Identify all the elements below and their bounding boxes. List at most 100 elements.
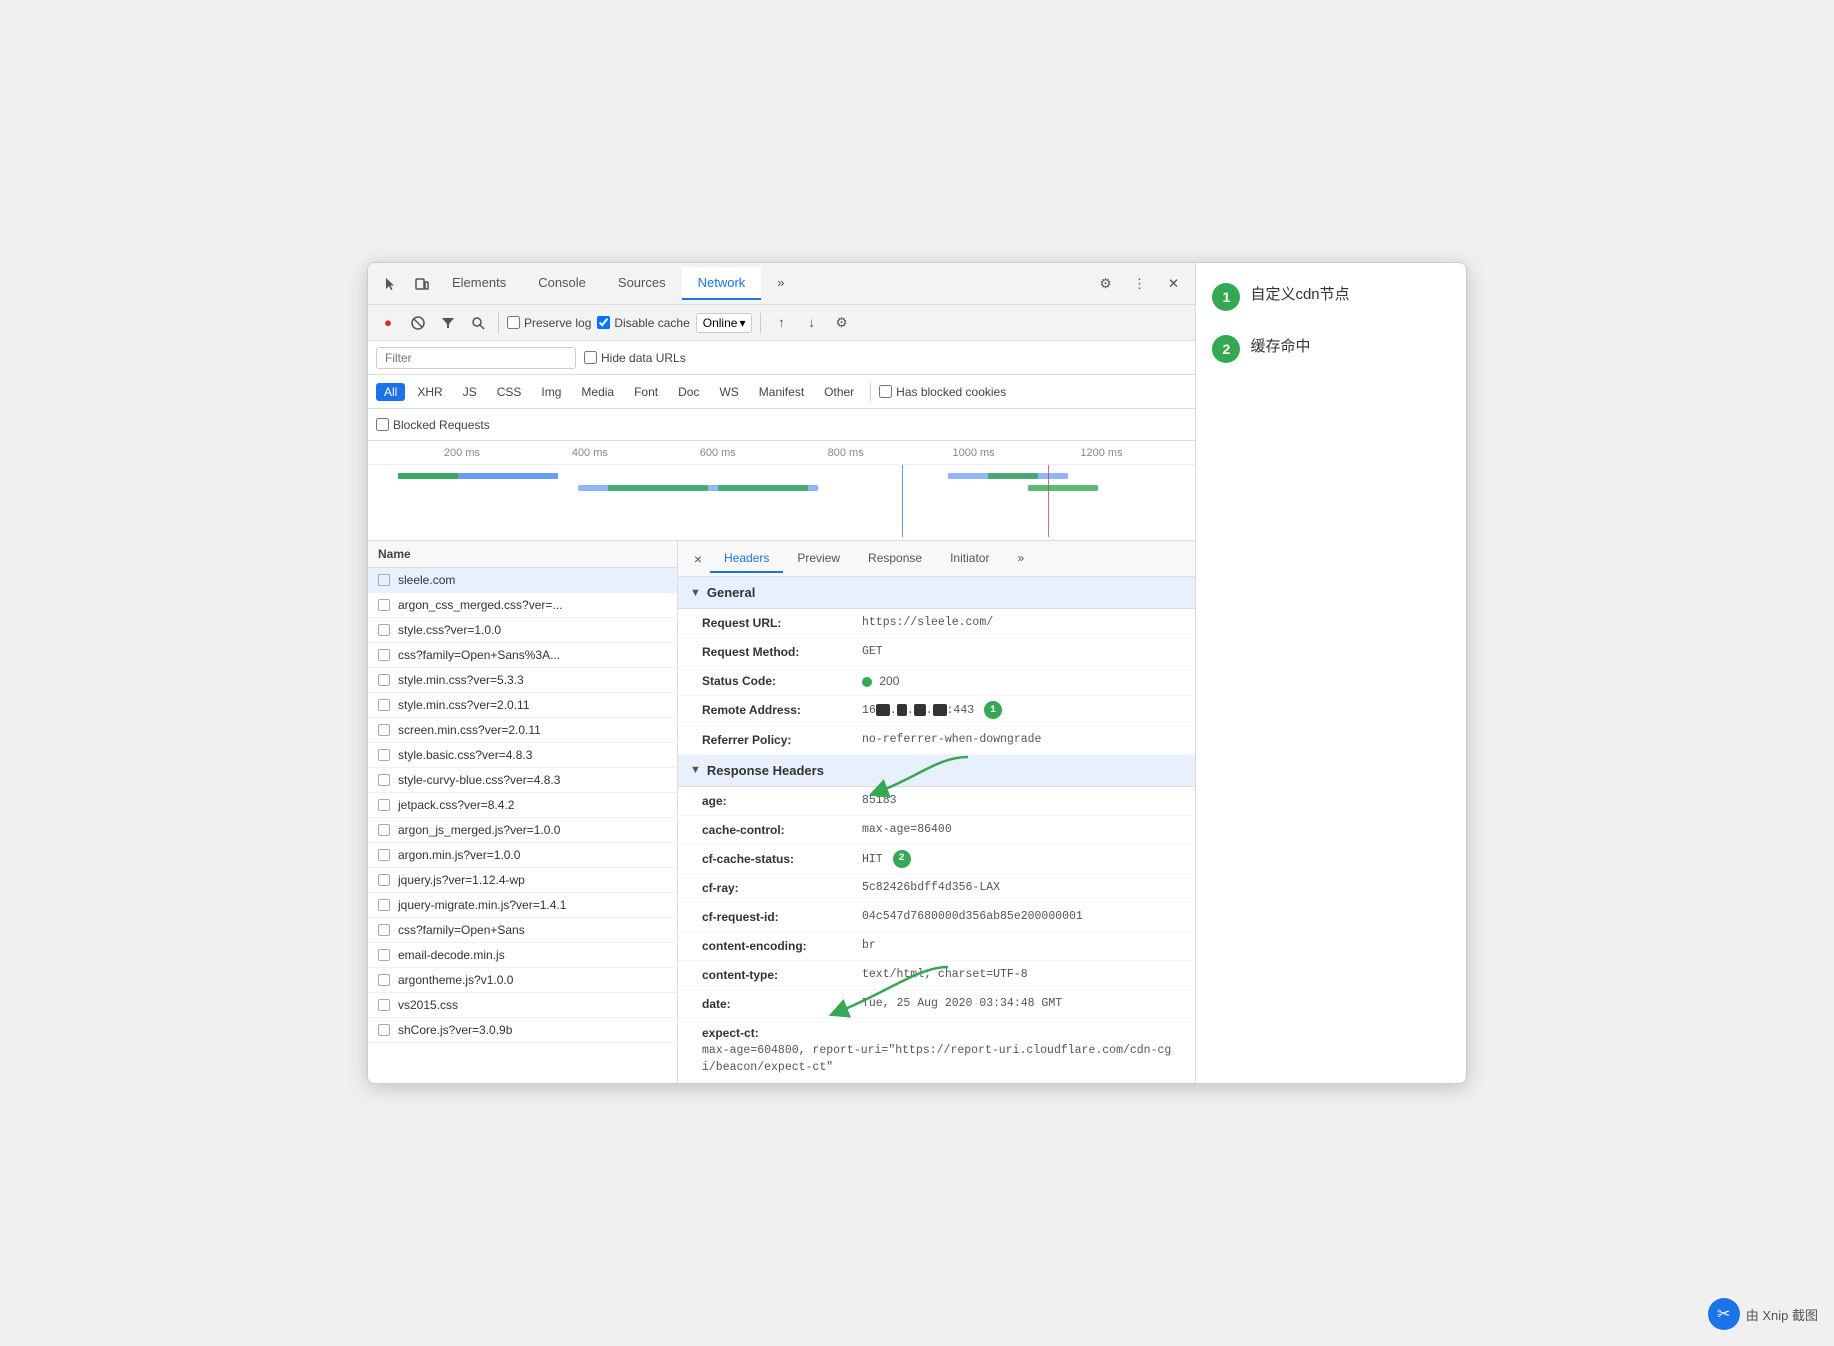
cursor-icon[interactable] — [376, 270, 404, 298]
tab-elements[interactable]: Elements — [436, 267, 522, 300]
preserve-log-checkbox[interactable]: Preserve log — [507, 316, 591, 330]
settings-icon[interactable]: ⚙ — [1091, 270, 1119, 298]
tick-400ms: 400 ms — [526, 447, 654, 459]
filter-input[interactable] — [376, 347, 576, 369]
annotations-sidebar: 1 自定义cdn节点 2 缓存命中 ✂ 由 Xnip 截图 — [1196, 263, 1466, 1082]
import-button[interactable]: ↑ — [769, 311, 793, 335]
resp-header-age: age: 85183 — [678, 787, 1195, 816]
list-item[interactable]: argontheme.js?v1.0.0 — [368, 968, 677, 993]
tab-more[interactable]: » — [761, 267, 800, 300]
list-item[interactable]: style.css?ver=1.0.0 — [368, 618, 677, 643]
type-btn-font[interactable]: Font — [626, 383, 666, 401]
throttle-select[interactable]: Online ▾ — [696, 313, 753, 333]
search-button[interactable] — [466, 311, 490, 335]
timeline-header: 200 ms 400 ms 600 ms 800 ms 1000 ms 1200… — [368, 441, 1195, 465]
list-item[interactable]: jquery-migrate.min.js?ver=1.4.1 — [368, 893, 677, 918]
response-headers-section-header[interactable]: ▼ Response Headers — [678, 755, 1195, 787]
list-item[interactable]: jquery.js?ver=1.12.4-wp — [368, 868, 677, 893]
list-item[interactable]: shCore.js?ver=3.0.9b — [368, 1018, 677, 1043]
resp-header-content-type: content-type: text/html; charset=UTF-8 — [678, 961, 1195, 990]
status-green-dot — [862, 677, 872, 687]
file-list-header: Name — [368, 541, 677, 568]
type-btn-ws[interactable]: WS — [711, 383, 746, 401]
resp-header-cache-control: cache-control: max-age=86400 — [678, 816, 1195, 845]
referrer-policy-row: Referrer Policy: no-referrer-when-downgr… — [678, 726, 1195, 755]
tab-network[interactable]: Network — [682, 267, 762, 300]
tick-1000ms: 1000 ms — [910, 447, 1038, 459]
annotation-badge-2: 2 — [893, 850, 911, 868]
type-btn-manifest[interactable]: Manifest — [751, 383, 812, 401]
list-item[interactable]: argon_js_merged.js?ver=1.0.0 — [368, 818, 677, 843]
annotation-num-1: 1 — [1212, 283, 1240, 311]
settings-network-button[interactable]: ⚙ — [829, 311, 853, 335]
list-item[interactable]: style.min.css?ver=5.3.3 — [368, 668, 677, 693]
list-item[interactable]: email-decode.min.js — [368, 943, 677, 968]
more-options-icon[interactable]: ⋮ — [1125, 270, 1153, 298]
details-content: ▼ General Request URL: https://sleele.co… — [678, 577, 1195, 1082]
filter-button[interactable] — [436, 311, 460, 335]
device-icon[interactable] — [408, 270, 436, 298]
tab-initiator[interactable]: Initiator — [936, 545, 1003, 573]
blocked-requests-checkbox[interactable]: Blocked Requests — [376, 418, 490, 432]
list-item[interactable]: css?family=Open+Sans%3A... — [368, 643, 677, 668]
tab-details-more[interactable]: » — [1003, 545, 1038, 573]
annotation-text-2: 缓存命中 — [1250, 335, 1310, 359]
annotation-item-2: 2 缓存命中 — [1212, 335, 1450, 363]
request-method-row: Request Method: GET — [678, 638, 1195, 667]
tab-headers[interactable]: Headers — [710, 545, 783, 573]
record-button[interactable]: ● — [376, 311, 400, 335]
timeline-bars — [368, 465, 1195, 537]
type-btn-doc[interactable]: Doc — [670, 383, 707, 401]
file-item-sleele[interactable]: sleele.com — [368, 568, 677, 593]
annotation-item-1: 1 自定义cdn节点 — [1212, 283, 1450, 311]
type-btn-xhr[interactable]: XHR — [409, 383, 450, 401]
resp-header-cf-request-id: cf-request-id: 04c547d7680000d356ab85e20… — [678, 903, 1195, 932]
general-section-header[interactable]: ▼ General — [678, 577, 1195, 609]
status-code-row: Status Code: 200 — [678, 667, 1195, 696]
list-item[interactable]: jetpack.css?ver=8.4.2 — [368, 793, 677, 818]
disable-cache-checkbox[interactable]: Disable cache — [597, 316, 689, 330]
tab-sources[interactable]: Sources — [602, 267, 682, 300]
list-item[interactable]: argon_css_merged.css?ver=... — [368, 593, 677, 618]
general-arrow-icon: ▼ — [690, 587, 701, 599]
resp-header-date: date: Tue, 25 Aug 2020 03:34:48 GMT — [678, 990, 1195, 1019]
details-tab-bar: × Headers Preview Response Initiator » — [678, 541, 1195, 577]
network-toolbar: ● Preserve log Disable cache Online ▾ — [368, 305, 1195, 341]
list-item[interactable]: style-curvy-blue.css?ver=4.8.3 — [368, 768, 677, 793]
type-filter-bar: All XHR JS CSS Img Media Font Doc WS Man… — [368, 375, 1195, 409]
tab-response[interactable]: Response — [854, 545, 936, 573]
list-item[interactable]: css?family=Open+Sans — [368, 918, 677, 943]
list-item[interactable]: style.min.css?ver=2.0.11 — [368, 693, 677, 718]
tab-bar: Elements Console Sources Network » ⚙ ⋮ ✕ — [368, 263, 1195, 305]
has-blocked-cookies-checkbox[interactable]: Has blocked cookies — [879, 385, 1006, 399]
export-button[interactable]: ↓ — [799, 311, 823, 335]
annotation-badge-1: 1 — [984, 701, 1002, 719]
close-devtools-icon[interactable]: ✕ — [1159, 270, 1187, 298]
timeline-area: 200 ms 400 ms 600 ms 800 ms 1000 ms 1200… — [368, 441, 1195, 541]
close-details-button[interactable]: × — [686, 547, 710, 571]
tick-200ms: 200 ms — [398, 447, 526, 459]
hide-data-urls-checkbox[interactable]: Hide data URLs — [584, 351, 686, 365]
tick-1200ms: 1200 ms — [1038, 447, 1166, 459]
list-item[interactable]: vs2015.css — [368, 993, 677, 1018]
resp-header-expect-ct: expect-ct: max-age=604800, report-uri="h… — [678, 1019, 1195, 1083]
tab-console[interactable]: Console — [522, 267, 602, 300]
tick-800ms: 800 ms — [782, 447, 910, 459]
clear-button[interactable] — [406, 311, 430, 335]
type-btn-media[interactable]: Media — [573, 383, 622, 401]
filter-row: Hide data URLs — [368, 341, 1195, 375]
type-btn-img[interactable]: Img — [533, 383, 569, 401]
type-btn-all[interactable]: All — [376, 383, 405, 401]
type-btn-js[interactable]: JS — [455, 383, 485, 401]
tab-preview[interactable]: Preview — [783, 545, 854, 573]
list-item[interactable]: screen.min.css?ver=2.0.11 — [368, 718, 677, 743]
list-item[interactable]: argon.min.js?ver=1.0.0 — [368, 843, 677, 868]
blocked-requests-row: Blocked Requests — [368, 409, 1195, 441]
resp-header-content-encoding: content-encoding: br — [678, 932, 1195, 961]
annotation-text-1: 自定义cdn节点 — [1250, 283, 1349, 307]
list-item[interactable]: style.basic.css?ver=4.8.3 — [368, 743, 677, 768]
type-btn-other[interactable]: Other — [816, 383, 862, 401]
annotation-num-2: 2 — [1212, 335, 1240, 363]
tick-600ms: 600 ms — [654, 447, 782, 459]
type-btn-css[interactable]: CSS — [489, 383, 530, 401]
